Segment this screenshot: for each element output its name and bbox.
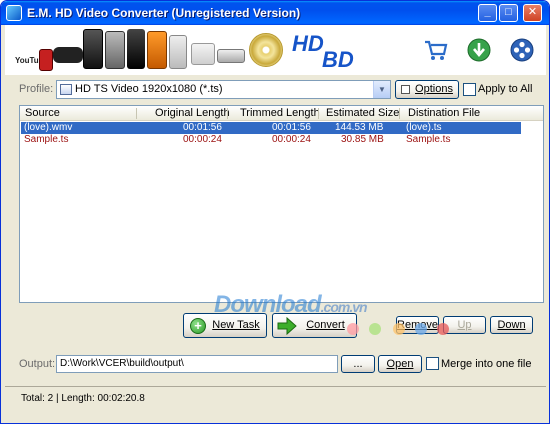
iphone-device-icon xyxy=(105,31,125,69)
window-title: E.M. HD Video Converter (Unregistered Ve… xyxy=(27,6,301,20)
close-button[interactable]: ✕ xyxy=(523,4,542,22)
options-label: Options xyxy=(415,83,453,95)
row-source: Sample.ts xyxy=(24,134,69,145)
row-destination: Sample.ts xyxy=(406,134,451,145)
row-source: (love).wmv xyxy=(24,122,73,133)
merge-checkbox[interactable] xyxy=(426,357,439,370)
mp4-player-icon xyxy=(127,29,145,69)
brand-hd: HD xyxy=(292,31,324,56)
row-destination: (love).ts xyxy=(406,122,442,133)
up-label: Up xyxy=(457,319,472,331)
convert-button[interactable]: Convert xyxy=(272,313,357,338)
console-device-icon xyxy=(217,49,245,63)
convert-label: Convert xyxy=(306,319,345,331)
row-original-length: 00:01:56 xyxy=(183,122,222,133)
add-icon: + xyxy=(190,318,206,334)
brand-bd: BD xyxy=(322,47,354,72)
output-label: Output: xyxy=(19,358,56,370)
chevron-down-icon[interactable]: ▼ xyxy=(373,81,390,98)
profile-value: HD TS Video 1920x1080 (*.ts) xyxy=(75,83,223,95)
column-divider[interactable] xyxy=(227,108,228,119)
column-estimated-size[interactable]: Estimated Size xyxy=(326,107,399,120)
open-label: Open xyxy=(386,358,414,370)
video-format-icon xyxy=(60,84,72,95)
column-divider[interactable] xyxy=(318,108,319,119)
down-label: Down xyxy=(497,319,526,331)
watermark-dot xyxy=(437,323,449,335)
new-task-label: New Task xyxy=(212,319,260,331)
minimize-button[interactable]: _ xyxy=(478,4,497,22)
column-destination-file[interactable]: Distination File xyxy=(408,107,480,120)
column-source[interactable]: Source xyxy=(25,107,60,120)
table-row[interactable]: Sample.ts 00:00:24 00:00:24 30.85 MB Sam… xyxy=(21,134,521,146)
table-row[interactable]: (love).wmv 00:01:56 00:01:56 144.53 MB (… xyxy=(21,122,521,134)
merge-label[interactable]: Merge into one file xyxy=(441,358,532,370)
profile-select[interactable]: HD TS Video 1920x1080 (*.ts) ▼ xyxy=(56,80,391,99)
psp-device-icon xyxy=(53,47,83,63)
watermark-dot xyxy=(415,323,427,335)
disc-icon xyxy=(249,33,283,67)
output-path-field[interactable]: D:\Work\VCER\build\output\ xyxy=(56,355,338,373)
walkman-device-icon xyxy=(147,31,167,69)
convert-arrow-icon xyxy=(277,316,297,344)
row-trimmed-length: 00:00:24 xyxy=(272,134,311,145)
new-task-button[interactable]: + New Task xyxy=(183,313,267,338)
options-icon xyxy=(401,85,410,94)
down-button[interactable]: Down xyxy=(490,316,533,334)
status-bar: Total: 2 | Length: 00:02:20.8 xyxy=(5,386,546,410)
apple-tv-icon xyxy=(191,43,215,65)
list-header: Source Original Length Trimmed Length Es… xyxy=(20,106,543,121)
row-original-length: 00:00:24 xyxy=(183,134,222,145)
column-divider[interactable] xyxy=(136,108,137,119)
title-bar[interactable]: E.M. HD Video Converter (Unregistered Ve… xyxy=(1,1,549,25)
watermark-dot xyxy=(347,323,359,335)
browse-label: ... xyxy=(353,358,363,370)
ipod-device-icon xyxy=(169,35,187,69)
open-button[interactable]: Open xyxy=(378,355,422,373)
apply-to-all-label[interactable]: Apply to All xyxy=(478,83,532,95)
download-update-icon[interactable] xyxy=(466,37,492,63)
up-button[interactable]: Up xyxy=(443,316,486,334)
phone-device-icon xyxy=(83,29,103,69)
shopping-cart-icon[interactable] xyxy=(423,37,449,63)
profile-label: Profile: xyxy=(19,83,54,95)
row-trimmed-length: 00:01:56 xyxy=(272,122,311,133)
file-list[interactable]: Source Original Length Trimmed Length Es… xyxy=(19,105,544,303)
maximize-button[interactable]: □ xyxy=(499,4,518,22)
banner: YouTube HD BD xyxy=(5,25,546,75)
phone-device-icon xyxy=(39,49,53,71)
column-trimmed-length[interactable]: Trimmed Length xyxy=(240,107,320,120)
column-divider[interactable] xyxy=(399,108,400,119)
apply-to-all-checkbox[interactable] xyxy=(463,83,476,96)
browse-button[interactable]: ... xyxy=(341,355,375,373)
options-button[interactable]: Options xyxy=(395,80,459,99)
film-reel-icon[interactable] xyxy=(509,37,535,63)
row-estimated-size: 144.53 MB xyxy=(335,122,384,133)
column-original-length[interactable]: Original Length xyxy=(155,107,230,120)
app-icon xyxy=(6,5,22,21)
row-estimated-size: 30.85 MB xyxy=(341,134,384,145)
status-text: Total: 2 | Length: 00:02:20.8 xyxy=(21,393,145,404)
watermark-dot xyxy=(393,323,405,335)
watermark-dot xyxy=(369,323,381,335)
app-window: E.M. HD Video Converter (Unregistered Ve… xyxy=(0,0,550,424)
